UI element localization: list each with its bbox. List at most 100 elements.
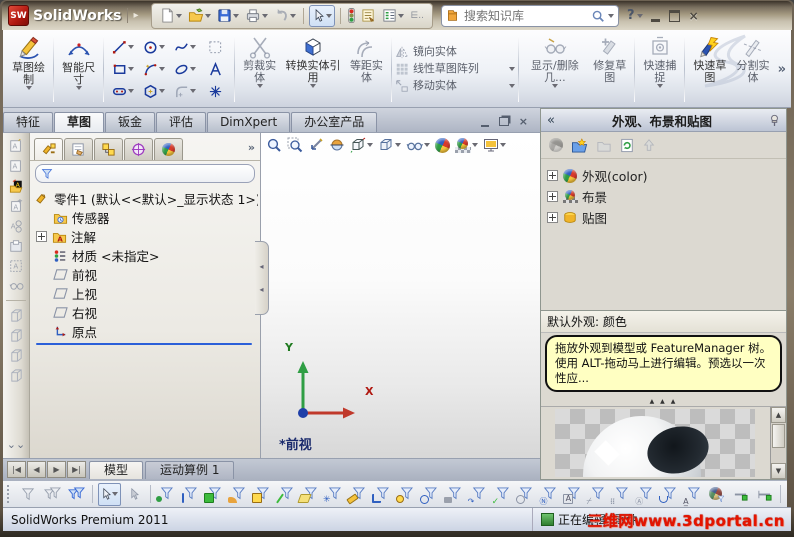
doc-minimize-button[interactable] xyxy=(480,117,489,127)
color-swatch-button[interactable] xyxy=(346,6,357,26)
dropdown-arrow[interactable] xyxy=(127,45,134,49)
tree-filter-box[interactable] xyxy=(35,164,255,183)
pane-splitter[interactable]: ▲ ▲ ▲ xyxy=(541,396,786,407)
scrollbar-thumb[interactable] xyxy=(772,424,785,448)
options-button[interactable] xyxy=(380,6,406,26)
dropdown-arrow[interactable] xyxy=(398,13,405,18)
dropdown-arrow[interactable] xyxy=(127,89,134,93)
filter-dowel-symbols-button[interactable]: A̲ xyxy=(682,484,703,505)
dropdown-arrow[interactable] xyxy=(290,13,297,18)
selection-box-button[interactable] xyxy=(200,36,231,58)
apply-scene-button[interactable] xyxy=(455,137,478,153)
tab-features[interactable]: 特征 xyxy=(3,112,54,132)
preview-scrollbar[interactable]: ▲ ▼ xyxy=(770,407,786,479)
dropdown-arrow[interactable] xyxy=(656,84,663,88)
tree-item-top-plane[interactable]: 上视 xyxy=(34,284,258,303)
prev-tab-button[interactable]: ◀ xyxy=(27,461,46,478)
tab-sheet-metal[interactable]: 钣金 xyxy=(105,112,156,132)
dropdown-arrow[interactable] xyxy=(424,143,430,147)
appearance-disabled-icon[interactable] xyxy=(549,138,563,152)
previous-view-button[interactable] xyxy=(308,137,324,153)
tab-dimxpert[interactable]: DimXpert xyxy=(207,112,291,132)
filter-geometric-tolerance-button[interactable]: Ⓝ xyxy=(538,484,559,505)
line-tool-button[interactable] xyxy=(107,36,138,58)
move-entities-button[interactable]: 移动实体 xyxy=(395,79,515,93)
dropdown-arrow[interactable] xyxy=(176,13,183,18)
zoom-fit-button[interactable] xyxy=(266,137,282,153)
filter-datums-button[interactable]: A xyxy=(562,484,583,505)
more-tools-chevron-icon[interactable]: ⌄⌄ xyxy=(7,436,25,453)
tree-item-origin[interactable]: 原点 xyxy=(34,322,258,341)
dimxpertmanager-tab[interactable] xyxy=(124,138,153,160)
sketch-fillet-button[interactable] xyxy=(169,80,200,102)
circle-tool-button[interactable] xyxy=(138,36,169,58)
tree-item-front-plane[interactable]: 前视 xyxy=(34,265,258,284)
scroll-down-button[interactable]: ▼ xyxy=(771,463,786,479)
refresh-icon[interactable] xyxy=(620,138,634,153)
filter-solid-bodies-button[interactable] xyxy=(251,484,272,505)
view-settings-button[interactable] xyxy=(483,137,506,153)
open-document-button[interactable] xyxy=(186,6,213,26)
move-up-folder-icon[interactable] xyxy=(642,138,656,152)
tree-item-right-plane[interactable]: 右视 xyxy=(34,303,258,322)
filter-planes-button[interactable] xyxy=(297,484,320,505)
filter-edges-button[interactable] xyxy=(179,484,200,505)
rectangle-tool-button[interactable] xyxy=(107,58,138,80)
next-tab-button[interactable]: ▶ xyxy=(47,461,66,478)
close-button[interactable]: × xyxy=(689,10,699,22)
configurationmanager-tab[interactable] xyxy=(94,138,123,160)
dropdown-arrow[interactable] xyxy=(326,13,333,18)
filter-weld-symbols-button[interactable]: ⌿ xyxy=(586,484,607,506)
scroll-up-button[interactable]: ▲ xyxy=(771,407,786,423)
toggle-filters-button[interactable] xyxy=(66,484,87,505)
expand-icon[interactable] xyxy=(547,212,558,223)
select-button[interactable] xyxy=(97,482,121,506)
edit-appearance-button[interactable] xyxy=(435,137,450,153)
filter-dimensions-button[interactable] xyxy=(443,484,464,505)
spectacles-icon[interactable] xyxy=(7,277,25,294)
view-cube-icon-1[interactable] xyxy=(7,307,25,324)
tab-office-products[interactable]: 办公室产品 xyxy=(291,112,378,132)
slot-tool-button[interactable] xyxy=(107,80,138,102)
note-open-icon[interactable]: A xyxy=(7,177,25,194)
filter-vertices-button[interactable] xyxy=(155,484,176,505)
ellipse-tool-button[interactable] xyxy=(169,58,200,80)
minimize-button[interactable] xyxy=(650,10,660,22)
dropdown-arrow[interactable] xyxy=(310,84,317,88)
dropdown-arrow[interactable] xyxy=(158,45,165,49)
polygon-tool-button[interactable] xyxy=(138,80,169,102)
properties-button[interactable] xyxy=(359,6,378,26)
linear-sketch-pattern-button[interactable]: 线性草图阵列 xyxy=(395,62,515,76)
tree-item-sensors[interactable]: 传感器 xyxy=(34,208,258,227)
spline-tool-button[interactable] xyxy=(169,36,200,58)
filter-surface-finish-button[interactable] xyxy=(515,484,536,505)
open-library-folder-icon[interactable] xyxy=(571,137,588,153)
tree-filter-input[interactable] xyxy=(57,166,249,181)
menu-expand-arrow[interactable]: ▸ xyxy=(127,8,143,23)
doc-close-button[interactable]: × xyxy=(519,115,528,128)
graphics-viewport[interactable]: Y X *前视 xyxy=(261,133,540,459)
filter-connection-points-button[interactable] xyxy=(730,484,751,505)
dropdown-arrow[interactable] xyxy=(395,143,401,147)
filter-faces-button[interactable] xyxy=(203,484,224,505)
displaymanager-tab[interactable] xyxy=(154,138,183,160)
display-style-button[interactable] xyxy=(378,137,401,153)
zoom-to-area-button[interactable] xyxy=(287,137,303,153)
dropdown-arrow[interactable] xyxy=(205,13,212,18)
split-entities-button[interactable]: 分割实体 xyxy=(731,33,774,105)
undo-button[interactable] xyxy=(272,6,298,26)
dropdown-arrow[interactable] xyxy=(189,89,196,93)
filter-off-button[interactable] xyxy=(18,484,39,505)
rollback-bar[interactable] xyxy=(36,343,252,345)
collapse-pane-arrow[interactable]: « xyxy=(547,113,555,128)
view-cube-icon-2[interactable] xyxy=(7,327,25,344)
tree-root-item[interactable]: 零件1 (默认<<默认>_显示状态 1>) xyxy=(34,189,258,208)
hide-show-items-button[interactable] xyxy=(406,139,430,152)
filter-surface-bodies-button[interactable] xyxy=(227,484,248,505)
select-other-button[interactable] xyxy=(124,484,145,505)
dropdown-arrow[interactable] xyxy=(25,86,32,90)
section-view-button[interactable] xyxy=(329,137,345,153)
rapid-sketch-button[interactable]: 快速草图 xyxy=(688,33,731,105)
dropdown-arrow[interactable] xyxy=(500,143,506,147)
last-tab-button[interactable]: ▶| xyxy=(67,461,86,478)
